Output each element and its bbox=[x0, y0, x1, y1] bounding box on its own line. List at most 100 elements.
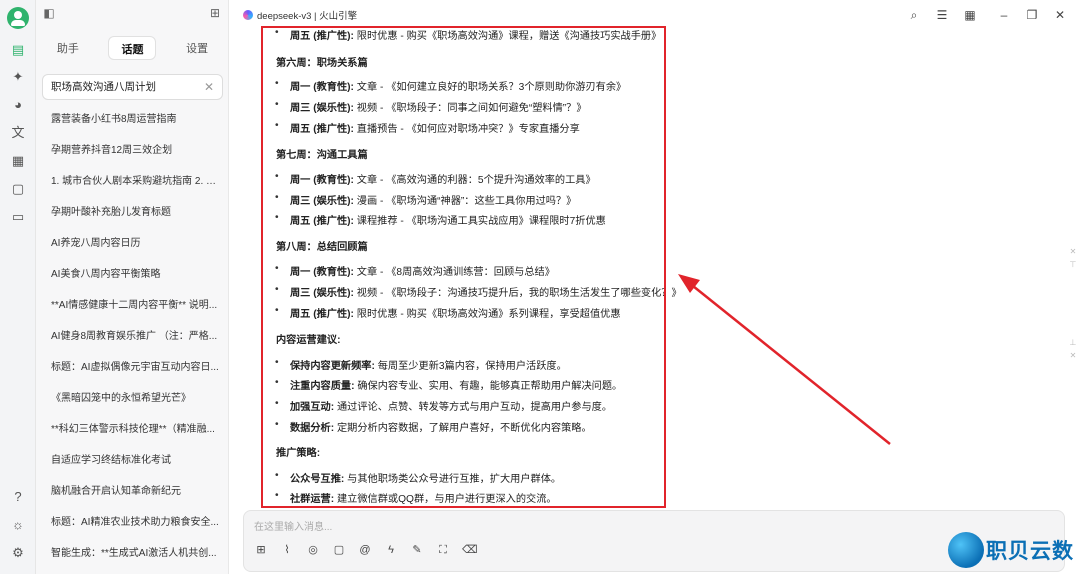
bullet-label: 周五 (推广性): bbox=[290, 309, 354, 320]
bullet-item: 公众号互推: 与其他职场类公众号进行互推，扩大用户群体。 bbox=[275, 470, 562, 485]
section-heading: 内容运营建议: bbox=[276, 335, 341, 346]
tab-settings[interactable]: 设置 bbox=[174, 36, 220, 60]
bullet-text: 课程推荐 - 《职场沟通工具实战应用》课程限时7折优惠 bbox=[353, 216, 606, 227]
bullet-text: 视频 - 《职场段子：同事之间如何避免“塑料情”？》 bbox=[353, 103, 587, 114]
bullet-text: 建立微信群或QQ群，与用户进行更深入的交流。 bbox=[334, 494, 557, 505]
bullet-text: 漫画 - 《职场沟通“神器”：这些工具你用过吗？》 bbox=[353, 196, 577, 207]
eraser-icon[interactable]: ⌫ bbox=[462, 543, 478, 557]
apps-icon[interactable]: ▦ bbox=[9, 152, 27, 170]
bullet-item: 周五 (推广性): 课程推荐 - 《职场沟通工具实战应用》课程限时7折优惠 bbox=[275, 212, 606, 227]
bullet-text: 文章 - 《如何建立良好的职场关系？3个原则助你游刃有余》 bbox=[353, 82, 627, 93]
section-heading: 第六周：职场关系篇 bbox=[276, 58, 368, 69]
bullet-item: 周五 (推广性): 直播预告 - 《如何应对职场冲突？》专家直播分享 bbox=[275, 120, 580, 135]
gear-icon[interactable]: ⚙ bbox=[9, 544, 27, 562]
bullet-item: 加强互动: 通过评论、点赞、转发等方式与用户互动，提高用户参与度。 bbox=[275, 398, 613, 413]
attachment-icon[interactable]: ⌇ bbox=[280, 543, 294, 557]
bullet-item: 周三 (娱乐性): 视频 - 《职场段子：同事之间如何避免“塑料情”？》 bbox=[275, 99, 587, 114]
watermark-text: 职贝云数 bbox=[986, 540, 1074, 563]
bullet-item: 周五 (推广性): 限时优惠 - 购买《职场高效沟通》课程，赠送《沟通技巧实战手… bbox=[275, 27, 661, 42]
bullet-label: 注重内容质量: bbox=[290, 381, 355, 392]
message-content: 周五 (推广性): 限时优惠 - 购买《职场高效沟通》课程，赠送《沟通技巧实战手… bbox=[229, 24, 1080, 506]
bullet-label: 公众号互推: bbox=[290, 474, 345, 485]
bullet-item: 周五 (推广性): 限时优惠 - 购买《职场高效沟通》系列课程，享受超值优惠 bbox=[275, 305, 621, 320]
topic-list-item[interactable]: AI健身8周教育娱乐推广 （注：严格... bbox=[36, 321, 229, 352]
section-heading: 推广策略: bbox=[276, 448, 321, 459]
topic-list-item[interactable]: 孕期营养抖音12周三效企划 bbox=[36, 135, 229, 166]
bullet-label: 周三 (娱乐性): bbox=[290, 103, 354, 114]
translate-icon[interactable]: 文 bbox=[9, 124, 27, 142]
collapse-sidebar-icon[interactable]: ◧ bbox=[42, 6, 56, 20]
topic-search-input[interactable]: 职场高效沟通八周计划 ✕ bbox=[42, 74, 223, 100]
sidebar: ◧ ⊞ 助手 话题 设置 职场高效沟通八周计划 ✕ 露营装备小红书8周运营指南孕… bbox=[36, 0, 229, 574]
new-topic-icon[interactable]: ⊞ bbox=[208, 6, 222, 20]
message-input-box[interactable]: 在这里输入消息... ⊞ ⌇ ◎ ▢ @ ϟ ✎ ⛶ ⌫ bbox=[243, 510, 1065, 572]
expand-icon[interactable]: ⛶ bbox=[436, 543, 450, 557]
input-toolbar: ⊞ ⌇ ◎ ▢ @ ϟ ✎ ⛶ ⌫ bbox=[254, 543, 478, 557]
close-icon[interactable]: ✕ bbox=[204, 75, 214, 99]
bullet-item: 数据分析: 定期分析内容数据，了解用户喜好，不断优化内容策略。 bbox=[275, 419, 592, 434]
sparkle-icon[interactable]: ✦ bbox=[9, 68, 27, 86]
topic-list-item[interactable]: **科幻三体警示科技伦理**（精准融... bbox=[36, 414, 229, 445]
search-value: 职场高效沟通八周计划 bbox=[51, 81, 156, 93]
topic-list-item[interactable]: 《黑暗囚笼中的永恒希望光芒》 bbox=[36, 383, 229, 414]
globe-icon[interactable]: ◎ bbox=[306, 543, 320, 557]
topic-list-item[interactable]: AI养宠八周内容日历 bbox=[36, 228, 229, 259]
model-title[interactable]: deepseek-v3 | 火山引擎 bbox=[243, 8, 357, 22]
bullet-item: 社群运营: 建立微信群或QQ群，与用户进行更深入的交流。 bbox=[275, 490, 557, 505]
message-input[interactable]: 在这里输入消息... bbox=[254, 518, 332, 533]
bullet-item: 周三 (娱乐性): 漫画 - 《职场沟通“神器”：这些工具你用过吗？》 bbox=[275, 192, 577, 207]
model-logo-icon bbox=[243, 10, 253, 20]
section-heading: 第八周：总结回顾篇 bbox=[276, 242, 368, 253]
topic-list-item[interactable]: 自适应学习终结标准化考试 bbox=[36, 445, 229, 476]
bullet-item: 周一 (教育性): 文章 - 《高效沟通的利器：5个提升沟通效率的工具》 bbox=[275, 171, 596, 186]
sidebar-tabs: 助手 话题 设置 bbox=[36, 36, 229, 60]
layout-icon[interactable]: ☰ bbox=[934, 7, 950, 23]
bullet-label: 数据分析: bbox=[290, 423, 335, 434]
file-icon[interactable]: ▢ bbox=[332, 543, 346, 557]
section-heading: 第七周：沟通工具篇 bbox=[276, 150, 368, 161]
bullet-label: 周五 (推广性): bbox=[290, 31, 354, 42]
bullet-text: 确保内容专业、实用、有趣，能够真正帮助用户解决问题。 bbox=[354, 381, 623, 392]
topic-list-item[interactable]: 脑机融合开启认知革命新纪元 bbox=[36, 476, 229, 507]
bullet-text: 通过评论、点赞、转发等方式与用户互动，提高用户参与度。 bbox=[334, 402, 613, 413]
bullet-item: 保持内容更新频率: 每周至少更新3篇内容，保持用户活跃度。 bbox=[275, 357, 567, 372]
new-chat-icon[interactable]: ⊞ bbox=[254, 543, 268, 557]
bullet-item: 周一 (教育性): 文章 - 《如何建立良好的职场关系？3个原则助你游刃有余》 bbox=[275, 78, 627, 93]
topic-list-item[interactable]: 露营装备小红书8周运营指南 bbox=[36, 104, 229, 135]
bullet-label: 周五 (推广性): bbox=[290, 124, 354, 135]
help-icon[interactable]: ? bbox=[9, 488, 27, 506]
avatar[interactable] bbox=[7, 7, 29, 29]
close-window-icon[interactable]: ✕ bbox=[1052, 7, 1068, 23]
bullet-text: 每周至少更新3篇内容，保持用户活跃度。 bbox=[374, 361, 567, 372]
topic-list-item[interactable]: 1. 城市合伙人剧本采购避坑指南 2. 剧... bbox=[36, 166, 229, 197]
topic-list-item[interactable]: AI美食八周内容平衡策略 bbox=[36, 259, 229, 290]
restore-icon[interactable]: ❐ bbox=[1024, 7, 1040, 23]
topic-list-item[interactable]: 孕期叶酸补充胎儿发育标题 bbox=[36, 197, 229, 228]
folder-icon[interactable]: ▭ bbox=[9, 208, 27, 226]
minimize-icon[interactable]: – bbox=[996, 7, 1012, 23]
tab-assistant[interactable]: 助手 bbox=[45, 36, 91, 60]
bullet-label: 周一 (教育性): bbox=[290, 267, 354, 278]
scroll-markers[interactable]: ✕ ⊤ ⊥ ✕ bbox=[1068, 245, 1078, 362]
bullet-label: 周一 (教育性): bbox=[290, 82, 354, 93]
topic-list-item[interactable]: 智能生成：**生成式AI激活人机共创... bbox=[36, 538, 229, 569]
topic-list-item[interactable]: 标题：AI精准农业技术助力粮食安全... bbox=[36, 507, 229, 538]
search-icon[interactable]: ⌕ bbox=[906, 7, 922, 23]
bullet-item: 周一 (教育性): 文章 - 《8周高效沟通训练营：回顾与总结》 bbox=[275, 263, 555, 278]
bullet-label: 周一 (教育性): bbox=[290, 175, 354, 186]
mention-icon[interactable]: @ bbox=[358, 543, 372, 557]
chat-icon[interactable]: ▤ bbox=[9, 41, 27, 59]
palette-icon[interactable]: ◕ bbox=[9, 96, 27, 114]
tab-topics[interactable]: 话题 bbox=[108, 36, 157, 60]
bullet-text: 直播预告 - 《如何应对职场冲突？》专家直播分享 bbox=[353, 124, 580, 135]
brightness-icon[interactable]: ☼ bbox=[9, 516, 27, 534]
bullet-text: 与其他职场类公众号进行互推，扩大用户群体。 bbox=[344, 474, 562, 485]
document-icon[interactable]: ▢ bbox=[9, 180, 27, 198]
lightning-icon[interactable]: ϟ bbox=[384, 543, 398, 557]
bullet-label: 周三 (娱乐性): bbox=[290, 196, 354, 207]
grid-icon[interactable]: ▦ bbox=[962, 7, 978, 23]
topic-list-item[interactable]: 标题：AI虚拟偶像元宇宙互动内容日... bbox=[36, 352, 229, 383]
topic-list: 露营装备小红书8周运营指南 孕期营养抖音12周三效企划 1. 城市合伙人剧本采购避坑… bbox=[36, 104, 229, 569]
topic-list-item[interactable]: **AI情感健康十二周内容平衡** 说明... bbox=[36, 290, 229, 321]
brush-icon[interactable]: ✎ bbox=[410, 543, 424, 557]
